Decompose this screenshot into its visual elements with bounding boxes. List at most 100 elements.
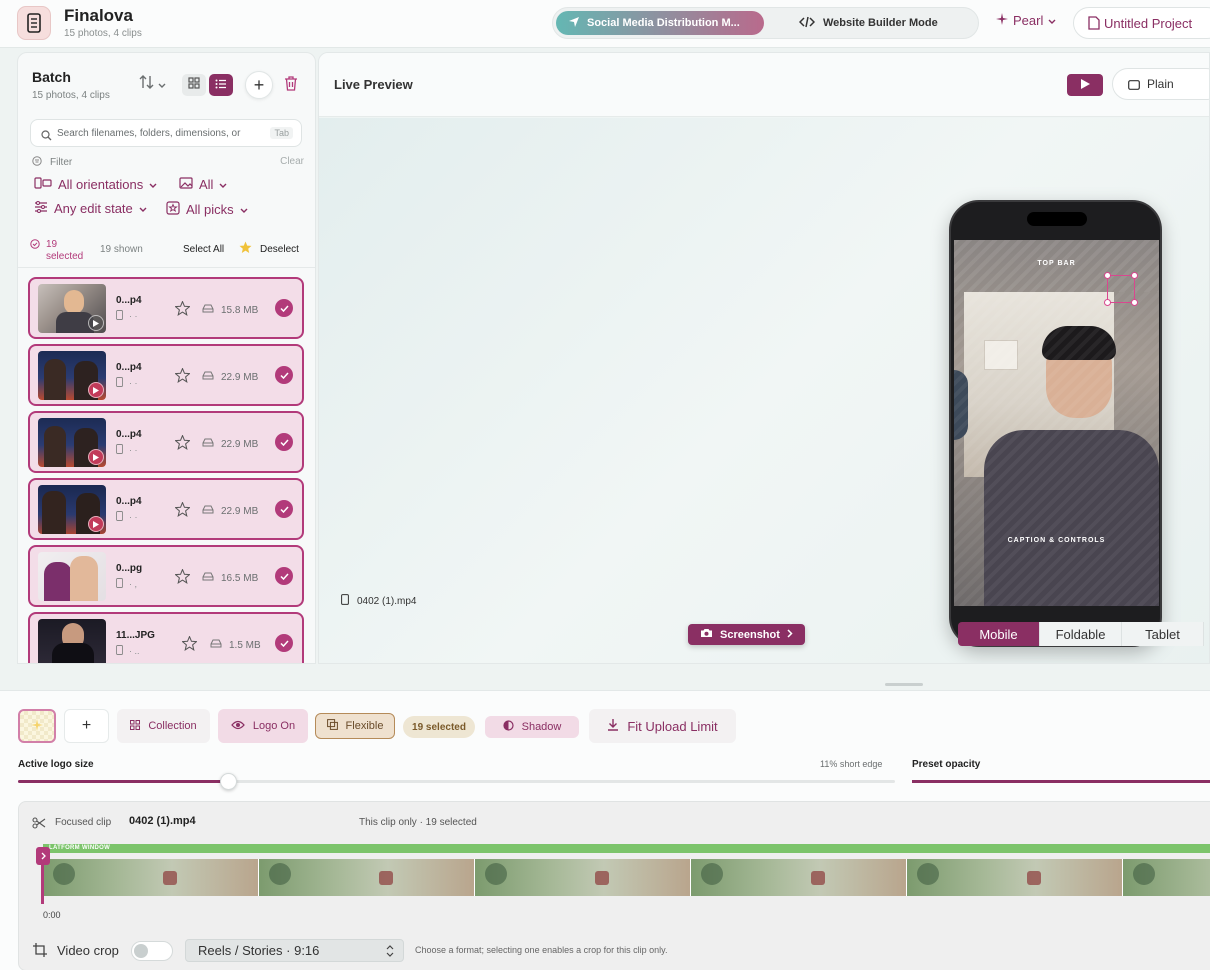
- phone-icon: [116, 578, 123, 590]
- person-shape: [64, 290, 84, 314]
- resize-handle[interactable]: [885, 683, 923, 686]
- file-size: 15.8 MB: [221, 304, 259, 316]
- play-icon: [88, 315, 104, 331]
- mode-social-media[interactable]: Social Media Distribution M...: [556, 11, 764, 35]
- collection-button[interactable]: Collection: [117, 709, 210, 743]
- picks-dropdown[interactable]: All picks: [166, 201, 248, 218]
- clip-name: 11...JPG: [116, 630, 155, 641]
- star-icon[interactable]: [174, 501, 191, 522]
- sort-button[interactable]: [139, 75, 166, 94]
- handle-corner[interactable]: [1131, 272, 1138, 279]
- list-view-button[interactable]: [209, 74, 233, 96]
- selected-check-icon[interactable]: [275, 567, 293, 585]
- logo-resize-handle[interactable]: [1104, 272, 1138, 306]
- mode-website-builder[interactable]: Website Builder Mode: [798, 11, 938, 35]
- add-logo-button[interactable]: +: [64, 709, 109, 743]
- code-icon: [798, 16, 816, 31]
- star-box-icon: [166, 201, 180, 218]
- delete-button[interactable]: [284, 76, 298, 96]
- clip-size: 22.9 MB: [202, 438, 258, 450]
- clip-thumbnail: [38, 418, 106, 467]
- list-item[interactable]: 0...p4 · · 22.9 MB: [28, 344, 304, 406]
- shadow-button[interactable]: Shadow: [485, 716, 579, 738]
- file-size: 22.9 MB: [221, 438, 259, 450]
- top-bar: Finalova 15 photos, 4 clips Social Media…: [0, 0, 1210, 48]
- clip-meta: · ..: [116, 645, 140, 657]
- selected-check-icon[interactable]: [275, 299, 293, 317]
- opacity-slider[interactable]: [912, 780, 1210, 783]
- slider-knob[interactable]: [220, 773, 238, 790]
- drive-icon: [202, 304, 214, 316]
- video-crop-toggle[interactable]: [131, 941, 173, 961]
- film-frame: [1123, 859, 1210, 896]
- slider-fill: [18, 780, 229, 783]
- list-item[interactable]: 11...JPG · .. 1.5 MB: [28, 612, 304, 663]
- app-name: Finalova: [64, 6, 133, 25]
- theme-label: Pearl: [1013, 13, 1044, 28]
- star-icon[interactable]: [181, 635, 198, 656]
- play-icon: [88, 382, 104, 398]
- selected-check-icon[interactable]: [275, 366, 293, 384]
- handle-corner[interactable]: [1104, 299, 1111, 306]
- select-all-button[interactable]: Select All: [183, 244, 224, 255]
- playhead-handle[interactable]: [36, 847, 50, 865]
- star-icon[interactable]: [174, 300, 191, 321]
- filter-clear-button[interactable]: Clear: [280, 156, 304, 167]
- screenshot-button[interactable]: Screenshot: [688, 624, 805, 645]
- media-type-dropdown[interactable]: All: [179, 177, 227, 192]
- handle-corner[interactable]: [1104, 272, 1111, 279]
- orientation-dropdown[interactable]: All orientations: [34, 177, 157, 192]
- play-button[interactable]: [1067, 74, 1103, 96]
- grid-icon: [130, 719, 141, 733]
- selected-check-icon[interactable]: [275, 634, 293, 652]
- search-icon: [41, 128, 52, 146]
- editor-panel: + Collection Logo On Flexible 19 selecte…: [0, 690, 1210, 970]
- star-icon[interactable]: [174, 568, 191, 589]
- list-item[interactable]: 0...p4 · · 22.9 MB: [28, 478, 304, 540]
- list-item[interactable]: 0...p4 · · 15.8 MB: [28, 277, 304, 339]
- fit-upload-limit-button[interactable]: Fit Upload Limit: [589, 709, 736, 743]
- clip-size: 22.9 MB: [202, 505, 258, 517]
- crop-icon: [33, 943, 47, 962]
- flexible-button[interactable]: Flexible: [315, 713, 395, 739]
- selected-check-icon[interactable]: [275, 500, 293, 518]
- file-size: 16.5 MB: [221, 572, 259, 584]
- list-item[interactable]: 0...p4 · · 22.9 MB: [28, 411, 304, 473]
- platform-window-bar[interactable]: [43, 844, 1210, 853]
- search-input[interactable]: [57, 121, 267, 145]
- star-icon[interactable]: [174, 434, 191, 455]
- add-media-button[interactable]: +: [245, 71, 273, 99]
- selected-count: 19 selected: [30, 239, 83, 263]
- filmstrip[interactable]: [43, 859, 1210, 896]
- tab-key-hint: Tab: [270, 127, 293, 139]
- drive-icon: [202, 438, 214, 450]
- star-icon[interactable]: [174, 367, 191, 388]
- film-frame: [259, 859, 475, 896]
- logo-toggle-button[interactable]: Logo On: [218, 709, 308, 743]
- star-icon[interactable]: [239, 241, 252, 257]
- format-select[interactable]: Reels / Stories · 9:16: [185, 939, 404, 962]
- grid-view-button[interactable]: [182, 74, 206, 96]
- deselect-button[interactable]: Deselect: [260, 244, 299, 255]
- mode-switcher: Social Media Distribution M... Website B…: [552, 7, 979, 39]
- meta-dots: · ..: [129, 646, 140, 656]
- project-button[interactable]: Untitled Project: [1073, 7, 1210, 39]
- drive-icon: [202, 371, 214, 383]
- selected-check-icon[interactable]: [275, 433, 293, 451]
- tab-mobile[interactable]: Mobile: [958, 622, 1040, 646]
- plain-toggle-button[interactable]: Plain: [1112, 68, 1209, 100]
- edit-state-dropdown[interactable]: Any edit state: [34, 201, 147, 216]
- divider: [18, 267, 315, 268]
- tab-tablet[interactable]: Tablet: [1122, 622, 1204, 646]
- preview-file: 0402 (1).mp4: [341, 594, 416, 608]
- tab-foldable[interactable]: Foldable: [1040, 622, 1122, 646]
- handle-corner[interactable]: [1131, 299, 1138, 306]
- timeline-time: 0:00: [43, 910, 61, 920]
- logo-size-slider[interactable]: [18, 773, 895, 790]
- image-icon: [179, 177, 193, 192]
- search-box: Tab: [30, 119, 302, 147]
- list-item[interactable]: 0...pg · , 16.5 MB: [28, 545, 304, 607]
- logo-thumbnail-button[interactable]: [18, 709, 56, 743]
- theme-dropdown[interactable]: Pearl: [996, 13, 1056, 28]
- check-circle-icon: [30, 239, 40, 263]
